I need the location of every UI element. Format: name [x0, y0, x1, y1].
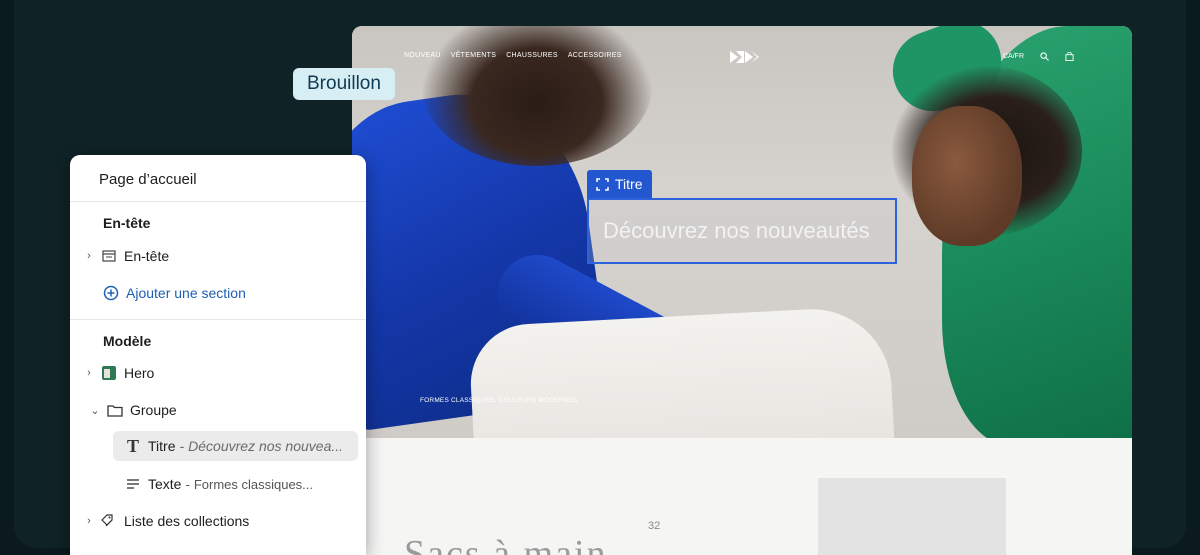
- status-badge: Brouillon: [293, 68, 395, 100]
- divider: [70, 319, 366, 320]
- hero-heading-selection[interactable]: Découvrez nos nouveautés: [587, 198, 897, 264]
- text-lines-icon: [122, 478, 144, 490]
- sidebar-item-collections[interactable]: › Liste des collections: [70, 506, 366, 536]
- sidebar-item-label: Titre: [148, 438, 176, 454]
- cart-icon[interactable]: [1065, 52, 1074, 61]
- section-count: 32: [648, 520, 661, 532]
- selected-block-tag[interactable]: Titre: [587, 170, 653, 198]
- chevron-right-icon[interactable]: ›: [80, 367, 98, 379]
- product-image-placeholder[interactable]: [818, 478, 1006, 555]
- nav-link-nouveau[interactable]: NOUVEAU: [404, 52, 441, 59]
- hero-caption: FORMES CLASSIQUES, COULEURS MODERNES: [420, 397, 578, 404]
- hero-image: NOUVEAU VÊTEMENTS CHAUSSURES ACCESSOIRES…: [352, 26, 1132, 438]
- sidebar-item-hero[interactable]: › Hero: [70, 358, 366, 388]
- folder-icon: [104, 404, 126, 417]
- chevron-down-icon[interactable]: ⌄: [86, 404, 104, 417]
- sidebar-item-label: Liste des collections: [124, 513, 250, 529]
- selected-block-label: Titre: [615, 176, 643, 192]
- sidebar-item-value: Découvrez nos nouvea...: [188, 438, 344, 454]
- sidebar-item-title[interactable]: T Titre - Découvrez nos nouvea...: [70, 431, 366, 461]
- sidebar-item-value: Formes classiques...: [193, 476, 314, 492]
- sidebar-item-group[interactable]: ⌄ Groupe: [70, 395, 366, 425]
- nav-link-accessoires[interactable]: ACCESSOIRES: [568, 52, 622, 59]
- divider: [70, 201, 366, 202]
- store-logo-icon[interactable]: [730, 49, 760, 65]
- page-title: Page d’accueil: [99, 171, 197, 188]
- chevron-right-icon[interactable]: ›: [80, 515, 98, 527]
- collection-section: Sacs à main 32: [352, 438, 1132, 555]
- nav-link-vetements[interactable]: VÊTEMENTS: [451, 52, 496, 59]
- nav-link-chaussures[interactable]: CHAUSSURES: [506, 52, 558, 59]
- focus-frame-icon: [596, 177, 609, 191]
- store-nav: NOUVEAU VÊTEMENTS CHAUSSURES ACCESSOIRES: [404, 52, 622, 59]
- search-icon[interactable]: [1040, 52, 1049, 61]
- add-section-label: Ajouter une section: [126, 285, 246, 301]
- sidebar-item-header[interactable]: › En-tête: [70, 241, 366, 271]
- storefront-preview: NOUVEAU VÊTEMENTS CHAUSSURES ACCESSOIRES…: [352, 26, 1132, 555]
- add-section-button[interactable]: Ajouter une section: [70, 278, 366, 308]
- header-layout-icon: [98, 250, 120, 262]
- sidebar-item-label: Hero: [124, 365, 155, 381]
- sidebar-item-text[interactable]: Texte - Formes classiques...: [70, 469, 366, 499]
- sidebar-item-label: En-tête: [124, 248, 170, 264]
- chevron-right-icon[interactable]: ›: [80, 250, 98, 262]
- store-nav-actions: CA/FR: [1003, 52, 1074, 61]
- header-group-heading: En-tête: [103, 215, 151, 231]
- hero-heading: Découvrez nos nouveautés: [603, 218, 870, 243]
- sections-sidebar: Page d’accueil En-tête › En-tête Ajouter…: [70, 155, 366, 555]
- sidebar-item-label: Groupe: [130, 402, 177, 418]
- tags-icon: [98, 514, 120, 528]
- template-group-heading: Modèle: [103, 333, 152, 349]
- image-thumbnail-icon: [98, 366, 120, 380]
- plus-circle-icon: [100, 285, 122, 301]
- text-t-icon: T: [126, 435, 139, 456]
- section-heading: Sacs à main: [404, 533, 608, 555]
- sidebar-item-label: Texte: [148, 476, 182, 492]
- locale-selector[interactable]: CA/FR: [1003, 53, 1024, 60]
